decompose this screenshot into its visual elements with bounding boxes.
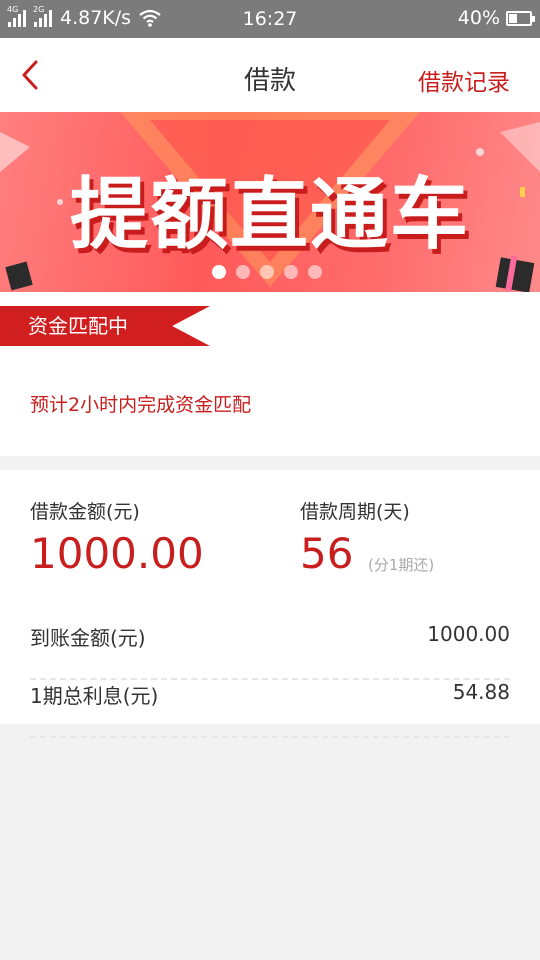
loan-amount-label: 借款金额(元) <box>30 501 140 523</box>
status-bar: 4G 2G 4.87K/s 16:27 40% <box>0 0 540 38</box>
battery-icon <box>506 10 535 26</box>
carousel-dots <box>212 265 322 279</box>
status-message: 预计2小时内完成资金匹配 <box>30 394 252 416</box>
detail-row-interest: 1期总利息(元) 54.88 <box>30 680 510 738</box>
chevron-left-icon[interactable] <box>14 56 48 94</box>
loan-details-card: 借款金额(元) 1000.00 借款周期(天) 56 (分1期还) 到账金额(元… <box>0 470 540 738</box>
detail-row-received: 到账金额(元) 1000.00 <box>30 622 510 680</box>
carousel-dot[interactable] <box>236 265 250 279</box>
battery-fill <box>509 13 517 23</box>
detail-value: 54.88 <box>452 680 510 704</box>
loan-period-note: (分1期还) <box>368 556 435 574</box>
battery-percent: 40% <box>457 7 500 29</box>
loan-records-link[interactable]: 借款记录 <box>418 63 510 97</box>
divider <box>30 736 510 738</box>
detail-value: 1000.00 <box>427 622 510 646</box>
banner-headline: 提额直通车 <box>69 170 470 260</box>
detail-label: 1期总利息(元) <box>30 684 159 708</box>
header: 借款 借款记录 <box>0 38 540 112</box>
loan-amount-value: 1000.00 <box>30 529 204 578</box>
status-right: 40% <box>457 7 535 29</box>
carousel-dot[interactable] <box>212 265 226 279</box>
carousel-dot[interactable] <box>308 265 322 279</box>
status-badge: 资金匹配中 <box>0 306 210 346</box>
loan-period-value: 56 <box>300 529 354 578</box>
detail-label: 到账金额(元) <box>30 626 146 650</box>
carousel-dot[interactable] <box>284 265 298 279</box>
funding-status-card: 资金匹配中 预计2小时内完成资金匹配 <box>0 292 540 456</box>
carousel-dot[interactable] <box>260 265 274 279</box>
promo-banner[interactable]: 提额直通车 <box>0 112 540 292</box>
loan-period-label: 借款周期(天) <box>300 501 410 523</box>
